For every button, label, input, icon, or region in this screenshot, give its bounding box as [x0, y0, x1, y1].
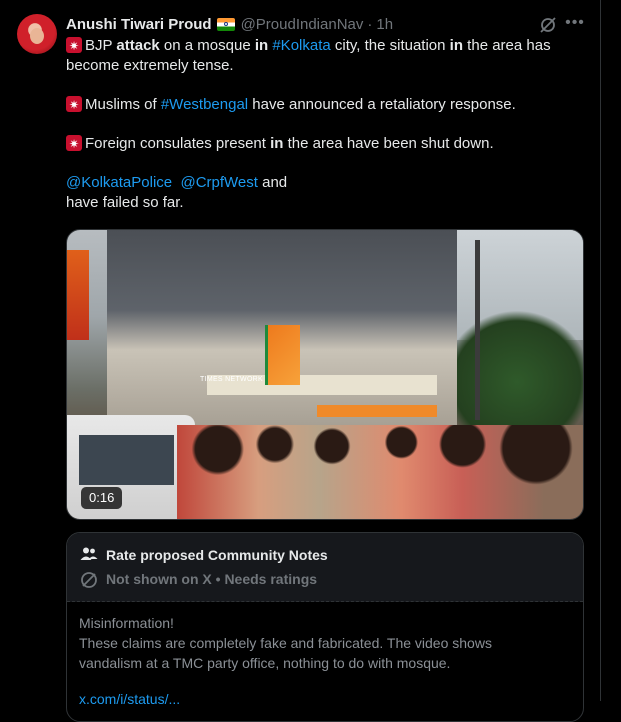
community-notes-status: Not shown on X • Needs ratings [106, 571, 318, 587]
video-duration: 0:16 [81, 487, 123, 509]
tweet-paragraph-1: BJP attack on a mosque in #Kolkata city,… [66, 36, 586, 76]
video-trees [442, 310, 583, 430]
separator-dot: · [367, 15, 373, 33]
video-flag [67, 250, 89, 340]
text-run: city, the situation [330, 37, 450, 54]
author-handle[interactable]: @ProudIndianNav [241, 16, 364, 33]
video-truck-window [79, 435, 174, 485]
text-bold: in [449, 37, 464, 54]
video-banner [317, 405, 437, 417]
text-run: Foreign consulates present [85, 135, 271, 152]
text-run: on a mosque [159, 37, 255, 54]
video-flag [265, 325, 300, 385]
more-icon[interactable]: ••• [565, 14, 585, 34]
tweet-text: BJP attack on a mosque in #Kolkata city,… [66, 36, 586, 232]
video-player[interactable]: TIMES NETWORK 0:16 [66, 229, 584, 520]
text-bold: in [270, 135, 284, 152]
mention-crpfwest[interactable]: @CrpfWest [180, 174, 257, 191]
text-bold: in [254, 37, 269, 54]
note-link[interactable]: x.com/i/status/... [79, 691, 180, 707]
text-bold: attack [116, 37, 160, 54]
note-body: Misinformation! These claims are complet… [79, 613, 549, 673]
india-flag-icon [216, 17, 235, 31]
tweet-paragraph-3: Foreign consulates present in the area h… [66, 134, 586, 154]
text-run: BJP [85, 37, 117, 54]
tweet-paragraph-2: Muslims of #Westbengal have announced a … [66, 95, 586, 115]
people-icon [80, 547, 98, 560]
community-notes-title: Rate proposed Community Notes [106, 547, 328, 563]
video-pole [475, 240, 480, 420]
note-text: These claims are completely fake and fab… [79, 635, 492, 671]
hashtag-kolkata[interactable]: #Kolkata [272, 37, 330, 54]
timestamp[interactable]: 1h [376, 16, 393, 33]
text-run: have failed so far. [66, 194, 184, 211]
avatar[interactable] [17, 14, 57, 54]
community-notes-header[interactable]: Rate proposed Community Notes Not shown … [67, 533, 583, 602]
tweet-header: Anushi Tiwari Proud @ProudIndianNav · 1h [66, 14, 393, 34]
text-run: and [257, 174, 288, 191]
text-run: Muslims of [85, 96, 161, 113]
video-watermark: TIMES NETWORK [200, 376, 264, 383]
siren-icon [66, 134, 82, 154]
tweet-paragraph-4: @KolkataPolice @CrpfWest and have failed … [66, 173, 586, 213]
siren-icon [66, 36, 82, 56]
eye-off-icon [81, 572, 97, 588]
note-heading: Misinformation! [79, 615, 174, 631]
hashtag-westbengal[interactable]: #Westbengal [161, 96, 248, 113]
mention-kolkatapolice[interactable]: @KolkataPolice [66, 174, 172, 191]
community-notes-panel[interactable]: Rate proposed Community Notes Not shown … [66, 532, 584, 722]
siren-icon [66, 95, 82, 115]
grok-icon[interactable] [538, 15, 558, 35]
text-run: have announced a retaliatory response. [248, 96, 516, 113]
author-name[interactable]: Anushi Tiwari Proud [66, 16, 212, 33]
video-crowd [177, 425, 583, 519]
text-run: the area have been shut down. [283, 135, 494, 152]
column-divider [600, 0, 601, 701]
